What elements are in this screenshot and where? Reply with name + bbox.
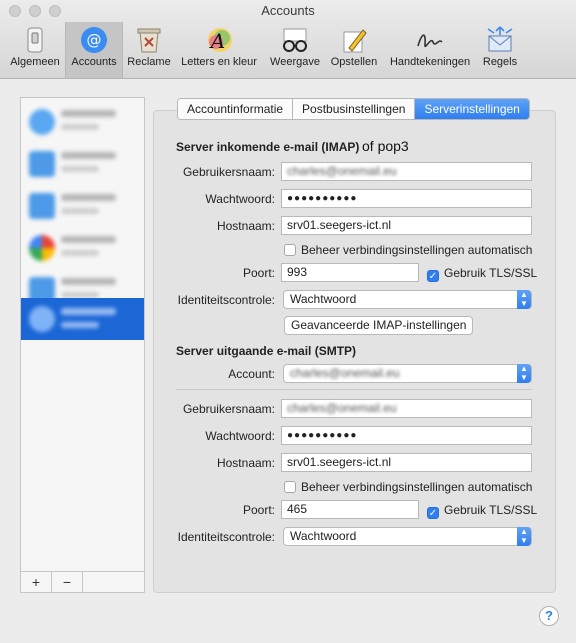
outgoing-password-label: Wachtwoord: — [205, 429, 275, 443]
font-color-icon: A — [208, 28, 232, 53]
junk-bin-icon — [137, 28, 161, 53]
icloud-icon — [29, 109, 55, 135]
toolbar-label: Opstellen — [330, 56, 378, 68]
outgoing-tls-label: Gebruik TLS/SSL — [444, 503, 538, 517]
updown-chevron-icon: ▲ ▼ — [517, 290, 531, 309]
signature-icon — [417, 34, 443, 48]
incoming-password-label: Wachtwoord: — [205, 192, 275, 206]
updown-chevron-icon: ▲ ▼ — [517, 364, 531, 383]
divider — [176, 389, 532, 390]
outgoing-auto-manage-checkbox[interactable]: Beheer verbindingsinstellingen automatis… — [284, 480, 532, 494]
incoming-tls-label: Gebruik TLS/SSL — [444, 266, 538, 280]
toolbar-reclame[interactable]: Reclame — [124, 22, 174, 78]
outgoing-auth-label: Identiteitscontrole: — [177, 530, 275, 544]
checkmark-icon: ✓ — [427, 270, 439, 282]
help-button[interactable]: ? — [539, 606, 559, 626]
outgoing-port-label: Poort: — [242, 503, 275, 517]
tab-serverinstellingen[interactable]: Serverinstellingen — [415, 99, 529, 119]
tab-postbusinstellingen[interactable]: Postbusinstellingen — [293, 99, 416, 119]
outgoing-account-select[interactable]: charles@onemail.eu ▲ ▼ — [283, 364, 532, 383]
at-icon: @ — [81, 27, 107, 53]
outgoing-username-label: Gebruikersnaam: — [182, 402, 275, 416]
toolbar-label: Algemeen — [10, 56, 60, 68]
updown-chevron-icon: ▲ ▼ — [517, 527, 531, 546]
toolbar-label: Regels — [482, 56, 518, 68]
toolbar-label: Reclame — [127, 56, 171, 68]
window-title: Accounts — [261, 3, 315, 18]
tab-bar: Accountinformatie Postbusinstellingen Se… — [177, 98, 530, 120]
checkbox-icon — [284, 481, 296, 493]
toolbar-handtekeningen[interactable]: Handtekeningen — [384, 22, 476, 78]
incoming-username-field[interactable]: charles@onemail.eu — [281, 162, 532, 181]
toolbar-letters-en-kleur[interactable]: A Letters en kleur — [176, 22, 262, 78]
incoming-username-label: Gebruikersnaam: — [182, 165, 275, 179]
outgoing-tls-checkbox[interactable]: ✓ Gebruik TLS/SSL — [427, 503, 537, 519]
switch-icon — [27, 27, 43, 53]
outgoing-hostname-label: Hostnaam: — [216, 456, 275, 470]
outgoing-auto-manage-label: Beheer verbindingsinstellingen automatis… — [301, 480, 533, 494]
handwritten-note: of pop3 — [362, 138, 409, 154]
svg-text:@: @ — [87, 31, 102, 49]
outgoing-auth-select[interactable]: Wachtwoord ▲ ▼ — [283, 527, 532, 546]
incoming-hostname-label: Hostnaam: — [216, 219, 275, 233]
incoming-section-title: Server inkomende e-mail (IMAP) — [176, 140, 360, 154]
outgoing-port-field[interactable]: 465 — [281, 500, 419, 519]
incoming-auto-manage-checkbox[interactable]: Beheer verbindingsinstellingen automatis… — [284, 243, 532, 257]
account-list-item-selected[interactable] — [21, 298, 144, 340]
incoming-auth-select[interactable]: Wachtwoord ▲ ▼ — [283, 290, 532, 309]
incoming-port-field[interactable]: 993 — [281, 263, 419, 282]
toolbar-label: Handtekeningen — [389, 56, 471, 68]
compose-pencil-icon — [343, 29, 367, 53]
toolbar-regels[interactable]: Regels — [478, 22, 522, 78]
sidebar-button-bar: + − — [21, 571, 144, 592]
outgoing-username-field[interactable]: charles@onemail.eu — [281, 399, 532, 418]
incoming-password-field[interactable]: ●●●●●●●●●● — [281, 189, 532, 208]
add-account-button[interactable]: + — [21, 572, 52, 592]
outgoing-section-title: Server uitgaande e-mail (SMTP) — [176, 344, 357, 358]
toolbar-algemeen[interactable]: Algemeen — [6, 22, 64, 78]
mail-account-icon — [29, 151, 55, 177]
incoming-port-label: Poort: — [242, 266, 275, 280]
incoming-auto-manage-label: Beheer verbindingsinstellingen automatis… — [301, 243, 533, 257]
outgoing-password-field[interactable]: ●●●●●●●●●● — [281, 426, 532, 445]
window-titlebar: Accounts Algemeen @ Accounts Reclame A L… — [0, 0, 576, 79]
outgoing-hostname-field[interactable]: srv01.seegers-ict.nl — [281, 453, 532, 472]
checkbox-icon — [284, 244, 296, 256]
toolbar-label: Weergave — [270, 56, 320, 68]
google-icon — [29, 235, 55, 261]
svg-text:A: A — [209, 29, 225, 53]
mail-account-icon — [29, 193, 55, 219]
advanced-imap-settings-button[interactable]: Geavanceerde IMAP-instellingen — [284, 316, 474, 335]
toolbar-weergave[interactable]: Weergave — [266, 22, 324, 78]
toolbar-label: Accounts — [71, 56, 117, 68]
rules-envelope-icon — [487, 26, 513, 52]
mail-account-icon — [29, 306, 55, 332]
accounts-sidebar: + − — [20, 97, 145, 593]
glasses-icon — [283, 28, 307, 52]
tab-accountinformatie[interactable]: Accountinformatie — [178, 99, 294, 119]
toolbar-accounts[interactable]: @ Accounts — [65, 22, 123, 78]
incoming-auth-label: Identiteitscontrole: — [177, 293, 275, 307]
checkmark-icon: ✓ — [427, 507, 439, 519]
incoming-tls-checkbox[interactable]: ✓ Gebruik TLS/SSL — [427, 266, 537, 282]
toolbar-opstellen[interactable]: Opstellen — [326, 22, 382, 78]
toolbar-label: Letters en kleur — [181, 56, 257, 68]
outgoing-account-label: Account: — [228, 367, 275, 381]
remove-account-button[interactable]: − — [52, 572, 83, 592]
incoming-hostname-field[interactable]: srv01.seegers-ict.nl — [281, 216, 532, 235]
